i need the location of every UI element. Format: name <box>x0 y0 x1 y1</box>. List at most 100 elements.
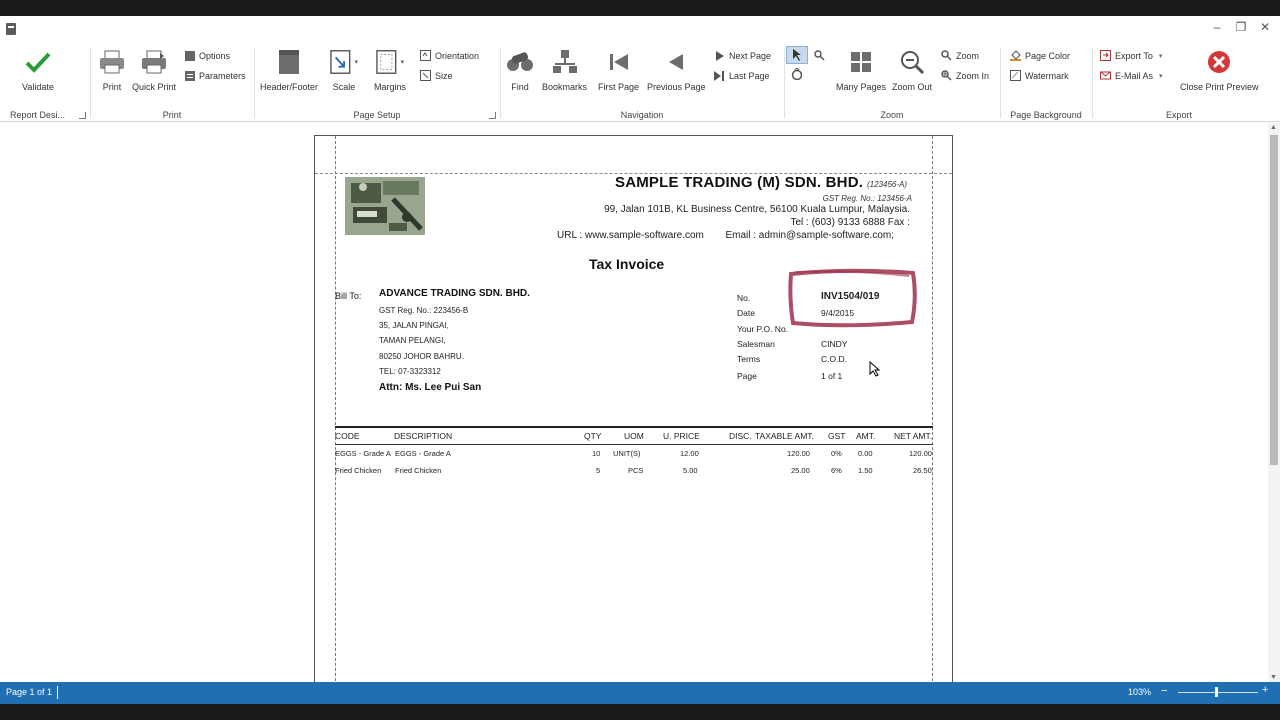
vertical-scroll-thumb[interactable] <box>1270 135 1278 465</box>
last-page-button[interactable]: Last Page <box>714 70 770 81</box>
col-qty: QTY <box>584 431 602 441</box>
margins-button[interactable]: ▾ Margins <box>374 48 406 92</box>
zoom-plus-icon[interactable]: + <box>1262 684 1268 696</box>
options-button[interactable]: Options <box>184 50 230 61</box>
magnifier-tool-button[interactable] <box>814 50 825 61</box>
salesman-label: Salesman <box>737 339 775 349</box>
parameters-button[interactable]: Parameters <box>184 70 246 81</box>
row2-qty: 5 <box>596 466 601 475</box>
close-window-button[interactable]: ✕ <box>1258 20 1272 34</box>
row2-taxable: 25.00 <box>791 466 810 475</box>
ribbon-divider <box>90 48 91 118</box>
zoom-in-icon <box>941 70 952 81</box>
customer-tel: TEL: 07-3323312 <box>379 367 441 376</box>
row2-uom: PCS <box>628 466 644 475</box>
row2-code: Fried Chicken <box>335 466 382 475</box>
zoom-slider-thumb[interactable] <box>1215 687 1218 697</box>
zoom-slider-track[interactable] <box>1178 692 1258 693</box>
page-setup-launcher-icon[interactable] <box>489 112 496 119</box>
email-icon <box>1100 70 1111 81</box>
row1-amount: 0.00 <box>858 449 873 458</box>
export-to-button[interactable]: Export To ▾ <box>1100 50 1162 61</box>
minimize-button[interactable]: – <box>1210 20 1224 34</box>
previous-page-button[interactable]: Previous Page <box>647 48 706 92</box>
size-button[interactable]: Size <box>420 70 453 81</box>
checkmark-icon <box>24 48 52 76</box>
orientation-button[interactable]: Orientation <box>420 50 479 61</box>
row1-description: EGGS - Grade A <box>395 449 451 458</box>
row1-uom: UNIT(S) <box>613 449 641 458</box>
options-icon <box>184 50 195 61</box>
company-url: URL : www.sample-software.com <box>557 230 704 241</box>
find-button[interactable]: Find <box>506 48 534 92</box>
col-description: DESCRIPTION <box>394 431 453 441</box>
header-footer-icon <box>275 48 303 76</box>
preview-area[interactable]: SAMPLE TRADING (M) SDN. BHD. (123456-A) … <box>0 123 1268 682</box>
restore-button[interactable]: ❐ <box>1234 20 1248 34</box>
printer-icon <box>98 48 126 76</box>
hand-tool-button[interactable] <box>791 67 802 80</box>
page-status: Page 1 of 1 <box>6 687 53 697</box>
screen-bottom-edge <box>0 704 1280 720</box>
previous-page-icon <box>662 48 690 76</box>
company-gst-reg: GST Reg. No.: 123456-A <box>822 194 912 203</box>
pointer-tool-button[interactable] <box>786 46 808 64</box>
company-address: 99, Jalan 101B, KL Business Centre, 5610… <box>604 204 910 215</box>
last-page-icon <box>714 70 725 81</box>
row2-description: Fried Chicken <box>395 466 442 475</box>
group-print: Print Quick Print Options Parameters Pri… <box>92 42 252 122</box>
ribbon: Validate Report Desi... Print Quick Prin… <box>0 42 1280 122</box>
page-color-button[interactable]: Page Color <box>1010 50 1070 61</box>
customer-name: ADVANCE TRADING SDN. BHD. <box>379 288 530 299</box>
app-icon[interactable] <box>6 23 16 35</box>
scale-button[interactable]: ▾ Scale <box>330 48 358 92</box>
many-pages-button[interactable]: Many Pages <box>836 48 886 92</box>
zoom-in-button[interactable]: Zoom In <box>941 70 989 81</box>
customer-gst: GST Reg. No.: 223456-B <box>379 306 469 315</box>
scroll-up-icon[interactable]: ▲ <box>1270 124 1277 131</box>
terms-label: Terms <box>737 354 761 364</box>
scroll-down-icon[interactable]: ▼ <box>1270 674 1277 681</box>
first-page-icon <box>605 48 633 76</box>
page-size-icon <box>420 70 431 81</box>
report-design-launcher-icon[interactable] <box>79 112 86 119</box>
zoom-button[interactable]: Zoom <box>941 50 979 61</box>
col-discount: DISC. <box>729 431 752 441</box>
bookmarks-button[interactable]: Bookmarks <box>542 48 587 92</box>
margins-icon: ▾ <box>376 48 404 76</box>
col-taxable-amount: TAXABLE AMT. <box>755 431 814 441</box>
email-as-button[interactable]: E-Mail As ▾ <box>1100 70 1163 81</box>
row1-code: EGGS - Grade A <box>335 449 391 458</box>
terms-value: C.O.D. <box>821 354 847 364</box>
group-label-export: Export <box>1165 110 1192 120</box>
scale-icon: ▾ <box>330 48 358 76</box>
print-button[interactable]: Print <box>98 48 126 92</box>
zoom-out-button[interactable]: Zoom Out <box>892 48 932 92</box>
margin-guide-right <box>932 136 933 682</box>
zoom-minus-icon[interactable]: − <box>1161 685 1167 697</box>
col-uom: UOM <box>624 431 644 441</box>
ribbon-divider <box>1000 48 1001 118</box>
vertical-scrollbar[interactable]: ▲ ▼ <box>1268 123 1280 682</box>
first-page-button[interactable]: First Page <box>598 48 639 92</box>
quick-print-button[interactable]: Quick Print <box>132 48 176 92</box>
zoom-out-icon <box>898 48 926 76</box>
row2-amount: 1.50 <box>858 466 873 475</box>
page-label: Page <box>737 371 757 381</box>
next-page-button[interactable]: Next Page <box>714 50 771 61</box>
validate-button[interactable]: Validate <box>22 48 54 92</box>
group-zoom: Many Pages Zoom Out Zoom Zoom In Zoom <box>786 42 998 122</box>
bill-to-label: Bill To: <box>335 291 362 301</box>
paint-bucket-icon <box>1010 50 1021 61</box>
zoom-percentage[interactable]: 103% <box>1128 687 1151 697</box>
binoculars-icon <box>506 48 534 76</box>
watermark-button[interactable]: Watermark <box>1010 70 1069 81</box>
row2-gst: 6% <box>831 466 842 475</box>
parameters-icon <box>184 70 195 81</box>
row1-qty: 10 <box>592 449 601 458</box>
po-no-label: Your P.O. No. <box>737 324 789 334</box>
many-pages-icon <box>847 48 875 76</box>
header-footer-button[interactable]: Header/Footer <box>260 48 318 92</box>
group-label-print: Print <box>162 110 182 120</box>
close-print-preview-button[interactable]: Close Print Preview <box>1180 48 1259 92</box>
